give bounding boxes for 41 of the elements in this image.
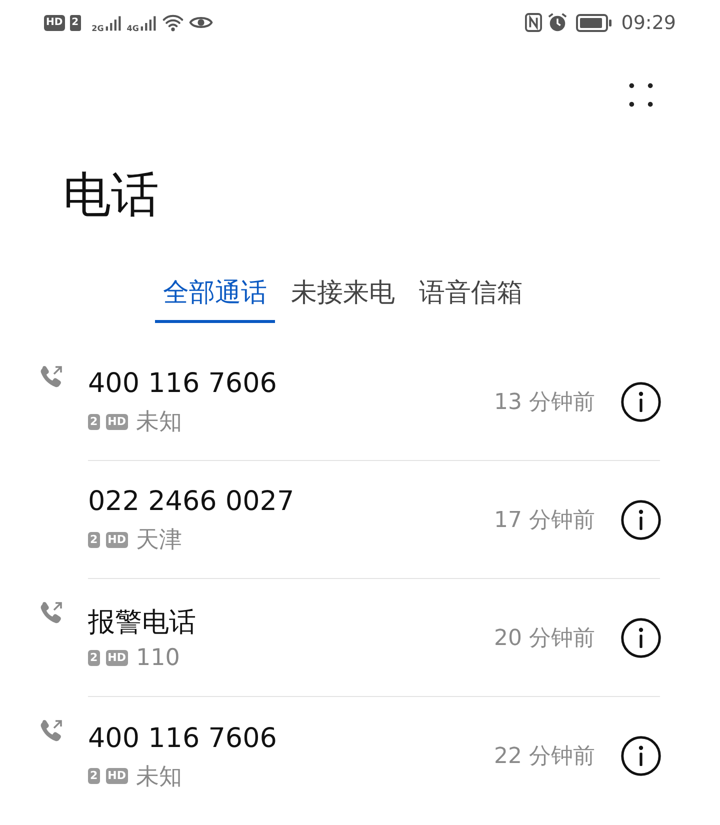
sim-badge: 2 — [88, 414, 100, 430]
eye-icon — [188, 14, 213, 31]
network-label: 2G — [92, 24, 104, 32]
nfc-icon — [525, 13, 542, 32]
sim-badge: 2 — [70, 14, 81, 30]
sim-badge: 2 — [88, 650, 100, 666]
hd-badge: HD — [106, 414, 128, 430]
tab[interactable]: 未接来电 — [283, 267, 403, 323]
info-icon[interactable] — [620, 735, 662, 777]
sim-badge: 2 — [88, 532, 100, 548]
hd-badge: HD — [44, 14, 65, 30]
caller-name: 400 116 7606 — [88, 367, 278, 401]
call-time: 20 分钟前 — [494, 624, 595, 652]
info-icon[interactable] — [620, 616, 662, 658]
caller-location: 未知 — [136, 762, 182, 792]
signal-icon — [140, 14, 157, 30]
call-time: 13 分钟前 — [494, 388, 595, 416]
caller-name: 400 116 7606 — [88, 722, 278, 756]
caller-location: 未知 — [136, 408, 182, 437]
info-icon[interactable] — [620, 498, 662, 540]
signal-icon — [104, 14, 122, 30]
tab[interactable]: 语音信箱 — [411, 267, 531, 323]
info-icon[interactable] — [620, 380, 662, 422]
caller-name: 报警电话 — [88, 606, 197, 640]
caller-location: 110 — [136, 644, 180, 670]
call-time: 22 分钟前 — [494, 743, 595, 771]
battery-icon — [576, 14, 612, 32]
call-time: 17 分钟前 — [494, 506, 595, 534]
more-icon[interactable] — [627, 81, 655, 109]
hd-badge: HD — [106, 650, 128, 666]
wifi-icon — [162, 13, 184, 32]
alarm-icon — [547, 12, 568, 33]
page-title: 电话 — [62, 166, 160, 225]
hd-badge: HD — [106, 768, 128, 784]
sim-badge: 2 — [88, 768, 100, 784]
tab[interactable]: 全部通话 — [155, 267, 275, 323]
status-time: 09:29 — [621, 12, 676, 34]
network-label: 4G — [126, 24, 139, 32]
caller-name: 022 2466 0027 — [88, 485, 296, 519]
hd-badge: HD — [106, 532, 128, 548]
caller-location: 天津 — [136, 526, 182, 555]
